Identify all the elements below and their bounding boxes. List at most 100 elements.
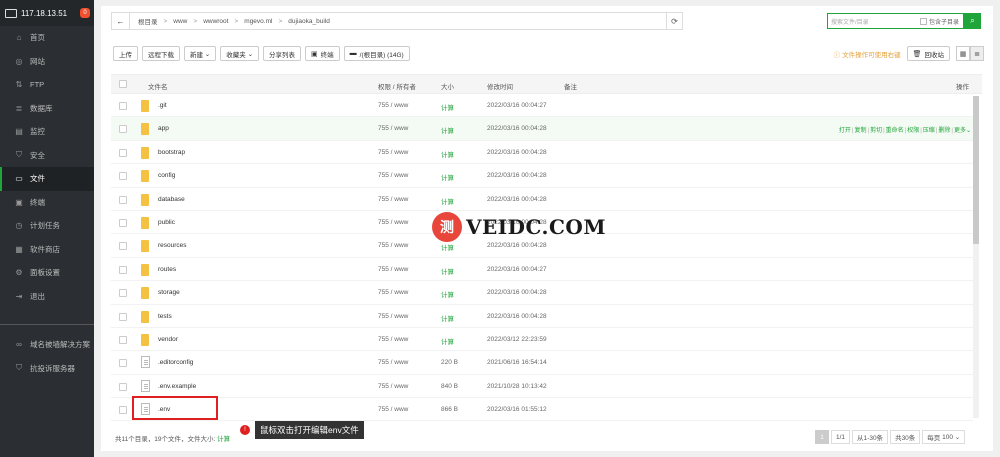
sidebar-item-monitor[interactable]: ▤ 监控 [0, 120, 94, 144]
table-row[interactable]: storage 755 / www 计算 2022/03/16 00:04:28 [111, 281, 973, 305]
breadcrumb-item[interactable]: wwwroot [203, 18, 228, 25]
row-action-link[interactable]: 压缩 [923, 128, 935, 134]
sidebar-item-database[interactable]: ≣ 数据库 [0, 97, 94, 121]
sidebar-item-clock[interactable]: ◷ 计划任务 [0, 214, 94, 238]
row-action-link[interactable]: 删除 [938, 128, 950, 134]
file-permission[interactable]: 755 / www [378, 359, 408, 366]
recycle-bin-button[interactable]: 🗑 回收站 [906, 46, 950, 61]
row-action-link[interactable]: 剪切 [870, 128, 882, 134]
server-header[interactable]: 117.18.13.51 0 [0, 0, 94, 26]
file-permission[interactable]: 755 / www [378, 125, 408, 132]
row-checkbox[interactable] [119, 265, 127, 274]
row-checkbox[interactable] [119, 102, 127, 110]
select-all-checkbox[interactable] [119, 80, 127, 88]
file-size[interactable]: 计算 [441, 242, 454, 252]
include-subdir-checkbox[interactable]: 包含子目录 [919, 17, 959, 26]
row-checkbox[interactable] [119, 242, 127, 251]
sidebar-item-grid[interactable]: ▦ 软件商店 [0, 238, 94, 262]
breadcrumb-item[interactable]: dujiaoka_build [288, 18, 330, 25]
table-row[interactable]: .env.example 755 / www 840 B 2021/10/28 10:… [111, 375, 973, 399]
file-name[interactable]: bootstrap [158, 149, 185, 156]
row-checkbox[interactable] [119, 125, 127, 134]
table-row[interactable]: tests 755 / www 计算 2022/03/16 00:04:28 [111, 305, 973, 328]
sidebar-item-ftp[interactable]: ⇅ FTP [0, 73, 94, 97]
row-checkbox[interactable] [119, 195, 127, 204]
breadcrumb-item[interactable]: mgevo.ml [244, 18, 272, 25]
table-row[interactable]: database 755 / www 计算 2022/03/16 00:04:28 [111, 188, 973, 211]
file-permission[interactable]: 755 / www [378, 406, 408, 413]
file-size[interactable]: 计算 [441, 289, 454, 299]
file-size[interactable]: 计算 [441, 149, 454, 159]
grid-view-button[interactable]: ▦ [956, 46, 970, 61]
file-name[interactable]: .git [158, 102, 167, 109]
file-name[interactable]: storage [158, 289, 180, 296]
header-name[interactable]: 文件名 [148, 81, 168, 91]
table-row[interactable]: .env 755 / www 866 B 2022/03/16 01:55:12 [111, 398, 973, 422]
file-permission[interactable]: 755 / www [378, 242, 408, 249]
per-page-select[interactable]: 每页 100 ⌄ [922, 430, 966, 444]
terminal-button[interactable]: ▣ 终端 [305, 46, 340, 61]
table-row[interactable]: routes 755 / www 计算 2022/03/16 00:04:27 [111, 258, 973, 282]
search-input[interactable]: 搜索文件/目录 包含子目录 [827, 13, 964, 29]
file-permission[interactable]: 755 / www [378, 313, 408, 320]
search-button[interactable]: ⌕ [964, 13, 981, 29]
file-name[interactable]: database [158, 196, 185, 203]
file-name[interactable]: public [158, 219, 175, 226]
file-name[interactable]: routes [158, 266, 176, 273]
file-permission[interactable]: 755 / www [378, 383, 408, 390]
file-name[interactable]: tests [158, 313, 172, 320]
file-permission[interactable]: 755 / www [378, 102, 408, 109]
calc-total-size-link[interactable]: 计算 [217, 436, 230, 443]
file-permission[interactable]: 755 / www [378, 289, 408, 296]
row-action-link[interactable]: 更多 [954, 128, 966, 134]
row-action-link[interactable]: 权限 [907, 128, 919, 134]
back-button[interactable]: ← [112, 13, 130, 29]
upload-button[interactable]: 上传 [113, 46, 138, 61]
share-list-button[interactable]: 分享列表 [263, 46, 302, 61]
sidebar-item-gear[interactable]: ⚙ 面板设置 [0, 261, 94, 285]
file-permission[interactable]: 755 / www [378, 219, 408, 226]
header-perm[interactable]: 权限 / 所有者 [378, 81, 416, 91]
sidebar-item-shield-check[interactable]: ⛉ 抗投诉服务器 [0, 357, 94, 381]
file-size[interactable]: 计算 [441, 266, 454, 276]
sidebar-item-shield[interactable]: ⛉ 安全 [0, 144, 94, 168]
row-checkbox[interactable] [119, 406, 127, 415]
file-name[interactable]: .env.example [158, 383, 196, 390]
list-view-button[interactable]: ≣ [970, 46, 984, 61]
disk-button[interactable]: ▬/(根目录) (14G) [343, 46, 410, 61]
header-size[interactable]: 大小 [441, 81, 454, 91]
file-size[interactable]: 计算 [441, 196, 454, 206]
sidebar-item-folder[interactable]: ▭ 文件 [0, 167, 94, 191]
sidebar-item-logout[interactable]: ⇥ 退出 [0, 285, 94, 309]
sidebar-item-terminal[interactable]: ▣ 终端 [0, 191, 94, 215]
file-size[interactable]: 计算 [441, 336, 454, 346]
table-row[interactable]: config 755 / www 计算 2022/03/16 00:04:28 [111, 164, 973, 188]
row-action-link[interactable]: 重命名 [886, 128, 904, 134]
file-size[interactable]: 计算 [441, 313, 454, 323]
file-size[interactable]: 计算 [441, 125, 454, 135]
scrollbar-thumb[interactable] [973, 96, 979, 244]
row-checkbox[interactable] [119, 289, 127, 298]
file-permission[interactable]: 755 / www [378, 149, 408, 156]
file-name[interactable]: vendor [158, 336, 178, 343]
remote-download-button[interactable]: 远程下载 [142, 46, 180, 61]
row-checkbox[interactable] [119, 172, 127, 181]
row-checkbox[interactable] [119, 218, 127, 227]
table-row[interactable]: .editorconfig 755 / www 220 B 2021/06/16 16… [111, 351, 973, 375]
refresh-button[interactable]: ⟳ [666, 13, 682, 29]
sidebar-item-home[interactable]: ⌂ 首页 [0, 26, 94, 50]
row-checkbox[interactable] [119, 382, 127, 391]
breadcrumb-item[interactable]: www [173, 18, 187, 25]
row-checkbox[interactable] [119, 312, 127, 321]
file-permission[interactable]: 755 / www [378, 172, 408, 179]
new-dropdown[interactable]: 新建 ⌄ [184, 46, 217, 61]
favorites-dropdown[interactable]: 收藏夹 ⌄ [220, 46, 260, 61]
breadcrumb-item[interactable]: 根目录 [138, 16, 158, 26]
row-action-link[interactable]: 复制 [854, 128, 866, 134]
sidebar-item-link[interactable]: ∞ 域名被墙解决方案 [0, 333, 94, 357]
header-mtime[interactable]: 修改时间 [487, 81, 513, 91]
file-size[interactable]: 计算 [441, 172, 454, 182]
table-row[interactable]: .git 755 / www 计算 2022/03/16 00:04:27 [111, 94, 973, 118]
file-name[interactable]: .editorconfig [158, 359, 193, 366]
notification-badge[interactable]: 0 [80, 8, 90, 18]
